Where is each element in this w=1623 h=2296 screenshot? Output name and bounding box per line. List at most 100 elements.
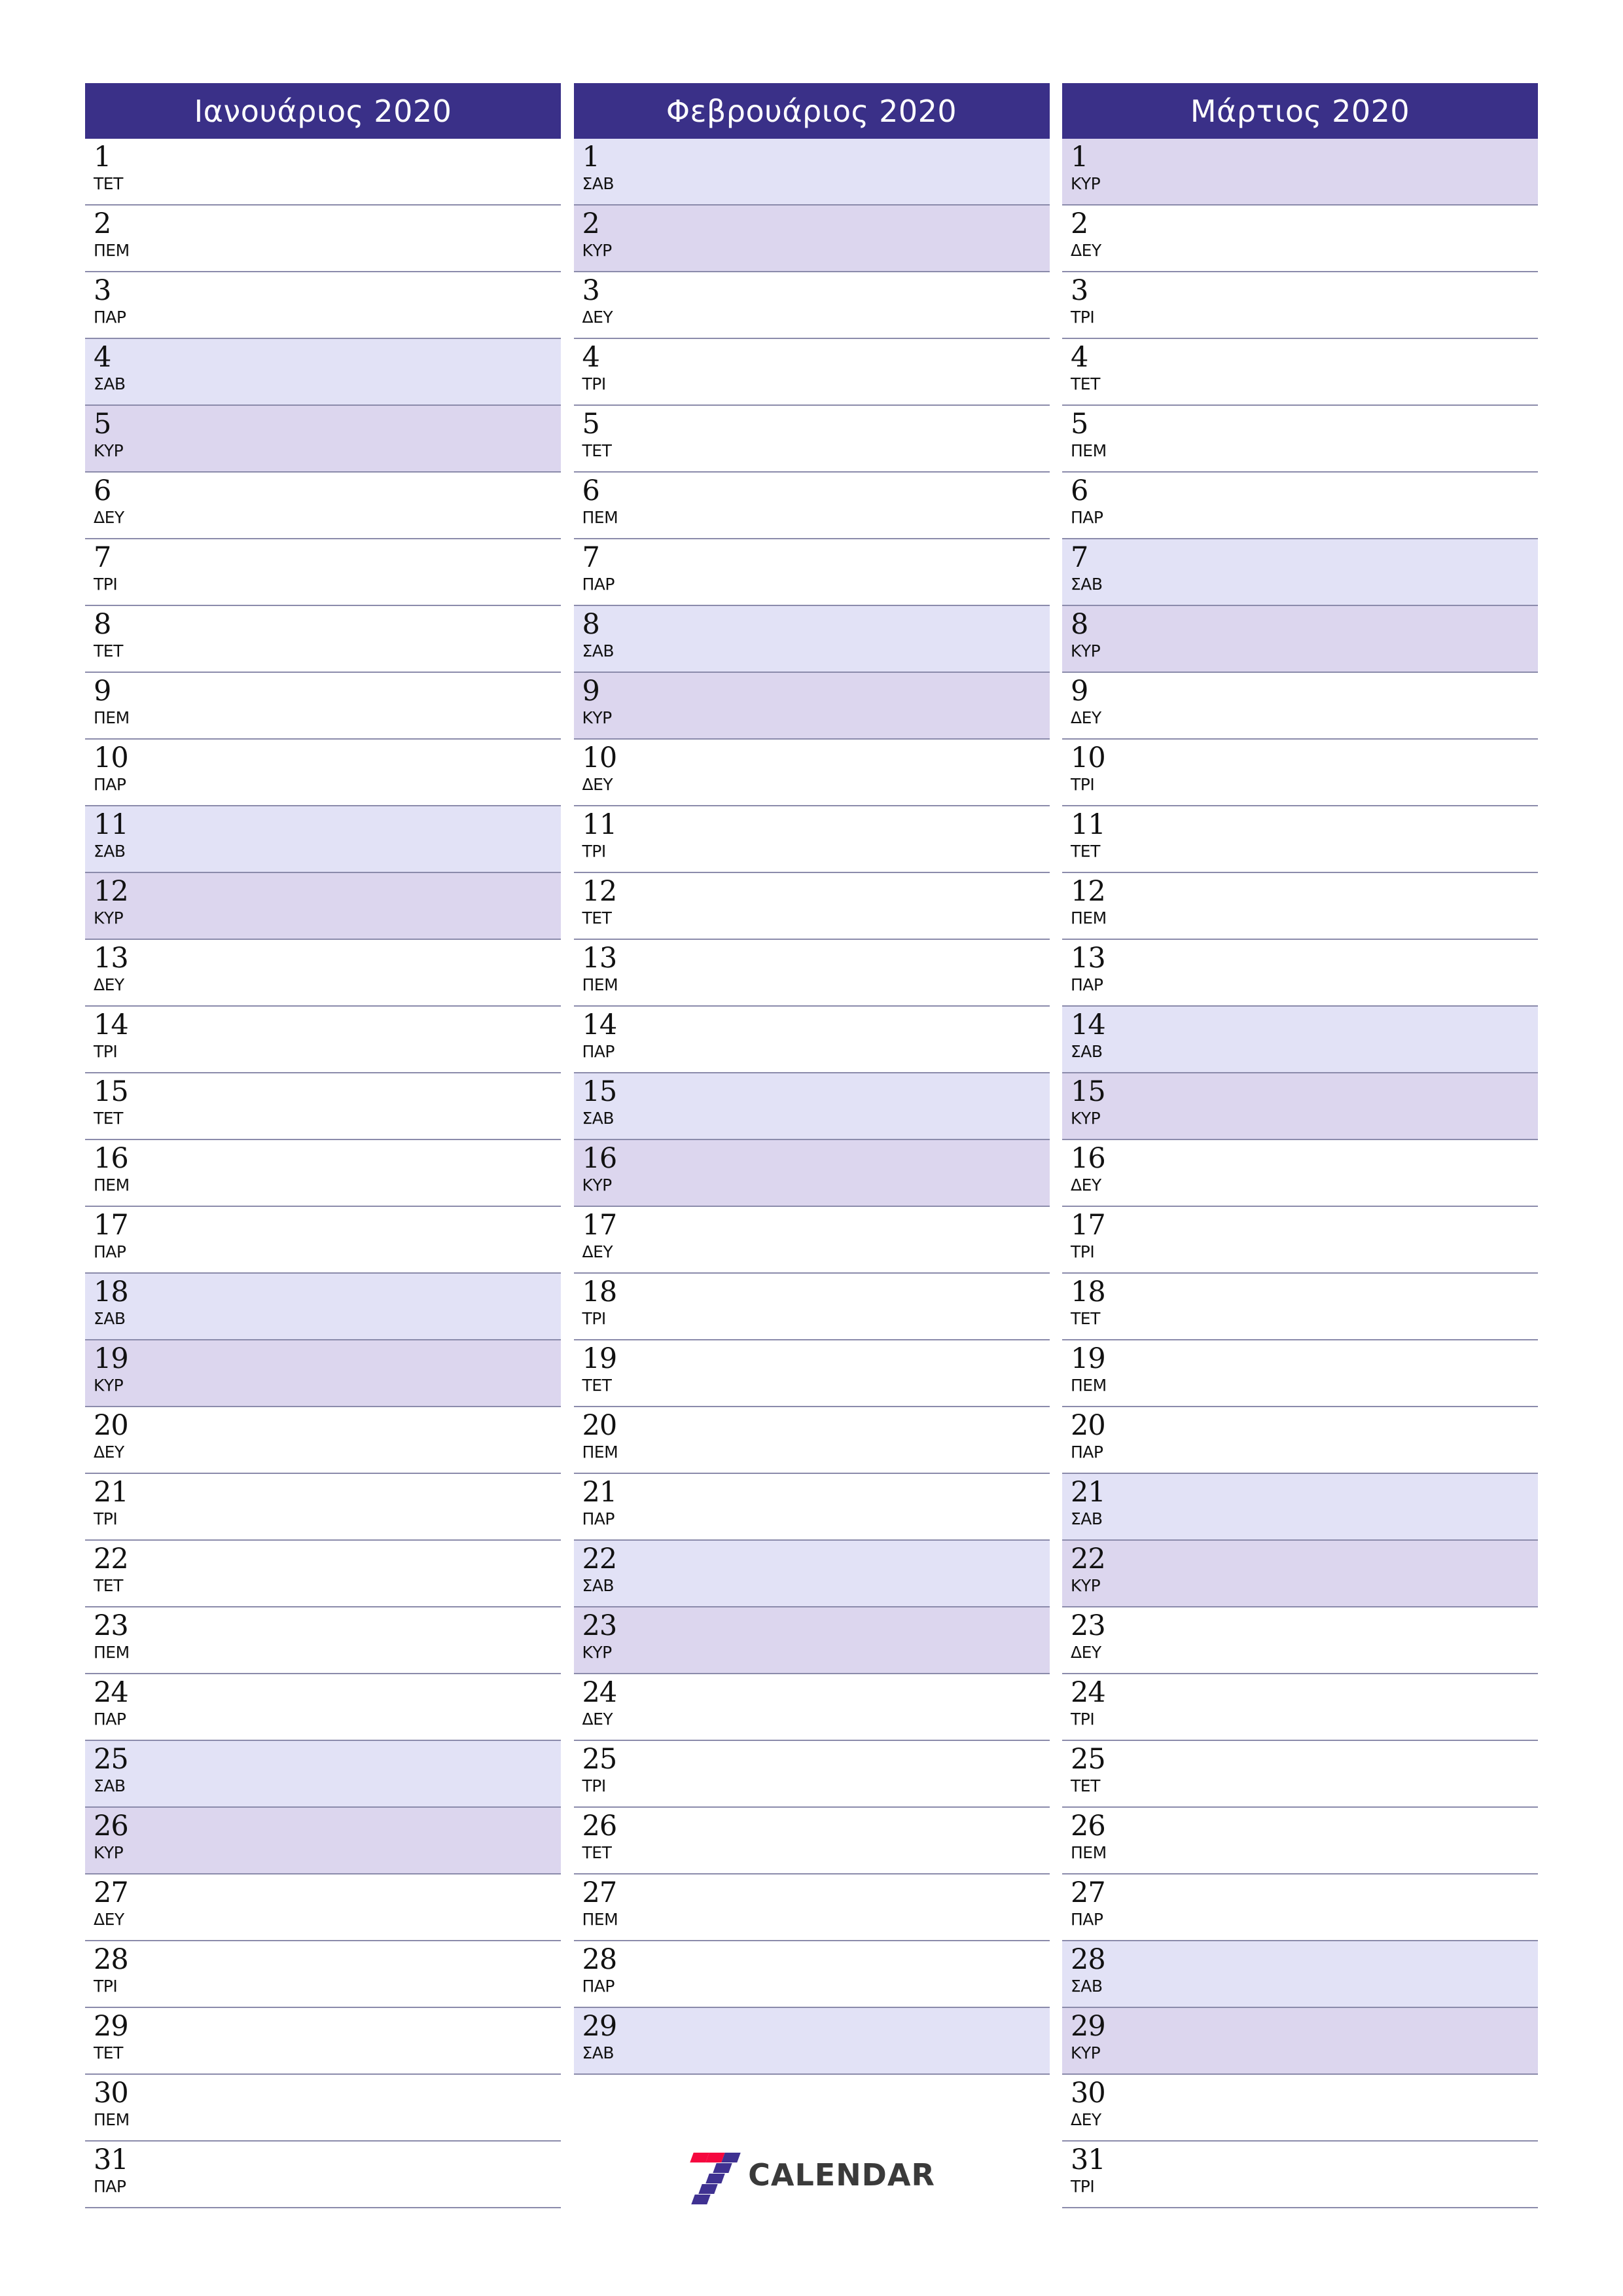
day-row[interactable]: 28 ΠΑΡ: [573, 1941, 1050, 2008]
day-row[interactable]: 29 ΣΑΒ: [573, 2008, 1050, 2075]
day-row[interactable]: 7 ΠΑΡ: [573, 539, 1050, 606]
day-row[interactable]: 1 ΣΑΒ: [573, 139, 1050, 206]
day-row[interactable]: 19 ΤΕΤ: [573, 1340, 1050, 1407]
day-row[interactable]: 7 ΣΑΒ: [1062, 539, 1538, 606]
day-row[interactable]: 28 ΤΡΙ: [85, 1941, 561, 2008]
day-row[interactable]: 25 ΤΡΙ: [573, 1741, 1050, 1808]
day-row[interactable]: 13 ΠΕΜ: [573, 940, 1050, 1007]
day-row[interactable]: 14 ΤΡΙ: [85, 1007, 561, 1073]
day-row[interactable]: 15 ΤΕΤ: [85, 1073, 561, 1140]
day-row[interactable]: 18 ΤΡΙ: [573, 1274, 1050, 1340]
day-row[interactable]: 8 ΚΥΡ: [1062, 606, 1538, 673]
day-row[interactable]: 26 ΤΕΤ: [573, 1808, 1050, 1874]
day-row[interactable]: 24 ΠΑΡ: [85, 1674, 561, 1741]
day-row[interactable]: 16 ΔΕΥ: [1062, 1140, 1538, 1207]
day-row[interactable]: 2 ΠΕΜ: [85, 206, 561, 272]
day-row[interactable]: 2 ΚΥΡ: [573, 206, 1050, 272]
day-row[interactable]: 22 ΚΥΡ: [1062, 1541, 1538, 1607]
day-row[interactable]: 29 ΚΥΡ: [1062, 2008, 1538, 2075]
day-row[interactable]: 14 ΠΑΡ: [573, 1007, 1050, 1073]
day-row[interactable]: 4 ΤΕΤ: [1062, 339, 1538, 406]
day-number: 30: [1071, 2077, 1106, 2109]
day-row[interactable]: 6 ΠΑΡ: [1062, 473, 1538, 539]
day-row[interactable]: 14 ΣΑΒ: [1062, 1007, 1538, 1073]
day-row[interactable]: 10 ΤΡΙ: [1062, 740, 1538, 806]
day-row[interactable]: 20 ΔΕΥ: [85, 1407, 561, 1474]
day-number: 28: [582, 1943, 618, 1976]
day-row[interactable]: 19 ΚΥΡ: [85, 1340, 561, 1407]
day-row[interactable]: 8 ΤΕΤ: [85, 606, 561, 673]
day-row[interactable]: 25 ΣΑΒ: [85, 1741, 561, 1808]
day-row[interactable]: 11 ΤΡΙ: [573, 806, 1050, 873]
day-row[interactable]: 22 ΤΕΤ: [85, 1541, 561, 1607]
month-header-january: Ιανουάριος 2020: [85, 83, 561, 139]
day-row[interactable]: 7 ΤΡΙ: [85, 539, 561, 606]
day-row[interactable]: 15 ΣΑΒ: [573, 1073, 1050, 1140]
day-row[interactable]: 17 ΔΕΥ: [573, 1207, 1050, 1274]
day-row[interactable]: 17 ΤΡΙ: [1062, 1207, 1538, 1274]
day-row[interactable]: 16 ΚΥΡ: [573, 1140, 1050, 1207]
day-row[interactable]: 10 ΠΑΡ: [85, 740, 561, 806]
day-row[interactable]: 31 ΤΡΙ: [1062, 2142, 1538, 2208]
day-row[interactable]: 10 ΔΕΥ: [573, 740, 1050, 806]
day-row[interactable]: 17 ΠΑΡ: [85, 1207, 561, 1274]
day-row[interactable]: 23 ΠΕΜ: [85, 1607, 561, 1674]
day-number: 9: [582, 675, 600, 708]
day-row[interactable]: 23 ΔΕΥ: [1062, 1607, 1538, 1674]
day-row[interactable]: 13 ΔΕΥ: [85, 940, 561, 1007]
day-number: 3: [1071, 274, 1088, 307]
day-row[interactable]: 1 ΚΥΡ: [1062, 139, 1538, 206]
day-row[interactable]: 26 ΚΥΡ: [85, 1808, 561, 1874]
day-row[interactable]: 5 ΤΕΤ: [573, 406, 1050, 473]
day-row[interactable]: 9 ΠΕΜ: [85, 673, 561, 740]
day-row[interactable]: 27 ΠΑΡ: [1062, 1874, 1538, 1941]
day-row[interactable]: 16 ΠΕΜ: [85, 1140, 561, 1207]
day-row[interactable]: 19 ΠΕΜ: [1062, 1340, 1538, 1407]
day-row[interactable]: 5 ΠΕΜ: [1062, 406, 1538, 473]
day-row[interactable]: 24 ΤΡΙ: [1062, 1674, 1538, 1741]
day-row[interactable]: 20 ΠΑΡ: [1062, 1407, 1538, 1474]
day-row[interactable]: 21 ΠΑΡ: [573, 1474, 1050, 1541]
day-row[interactable]: 2 ΔΕΥ: [1062, 206, 1538, 272]
day-row[interactable]: 6 ΔΕΥ: [85, 473, 561, 539]
day-weekday-abbr: ΤΕΤ: [1071, 842, 1100, 861]
day-row[interactable]: 3 ΠΑΡ: [85, 272, 561, 339]
day-row[interactable]: 24 ΔΕΥ: [573, 1674, 1050, 1741]
day-row[interactable]: 18 ΣΑΒ: [85, 1274, 561, 1340]
day-row[interactable]: 12 ΚΥΡ: [85, 873, 561, 940]
day-row[interactable]: 12 ΤΕΤ: [573, 873, 1050, 940]
day-row[interactable]: 9 ΚΥΡ: [573, 673, 1050, 740]
day-row[interactable]: 31 ΠΑΡ: [85, 2142, 561, 2208]
day-row[interactable]: 29 ΤΕΤ: [85, 2008, 561, 2075]
day-row[interactable]: 4 ΣΑΒ: [85, 339, 561, 406]
day-number: 14: [1071, 1009, 1106, 1041]
day-row[interactable]: 6 ΠΕΜ: [573, 473, 1050, 539]
day-row[interactable]: 21 ΤΡΙ: [85, 1474, 561, 1541]
day-row[interactable]: 25 ΤΕΤ: [1062, 1741, 1538, 1808]
day-row[interactable]: 4 ΤΡΙ: [573, 339, 1050, 406]
day-row[interactable]: 11 ΤΕΤ: [1062, 806, 1538, 873]
day-row[interactable]: 5 ΚΥΡ: [85, 406, 561, 473]
day-row[interactable]: 12 ΠΕΜ: [1062, 873, 1538, 940]
day-row[interactable]: 30 ΔΕΥ: [1062, 2075, 1538, 2142]
day-row[interactable]: 1 ΤΕΤ: [85, 139, 561, 206]
day-row[interactable]: 27 ΠΕΜ: [573, 1874, 1050, 1941]
day-row[interactable]: 21 ΣΑΒ: [1062, 1474, 1538, 1541]
day-row[interactable]: 22 ΣΑΒ: [573, 1541, 1050, 1607]
day-row[interactable]: 3 ΔΕΥ: [573, 272, 1050, 339]
day-row[interactable]: 20 ΠΕΜ: [573, 1407, 1050, 1474]
day-row[interactable]: 8 ΣΑΒ: [573, 606, 1050, 673]
day-weekday-abbr: ΤΕΤ: [94, 1109, 123, 1128]
day-row[interactable]: 15 ΚΥΡ: [1062, 1073, 1538, 1140]
day-row[interactable]: 27 ΔΕΥ: [85, 1874, 561, 1941]
day-row[interactable]: 3 ΤΡΙ: [1062, 272, 1538, 339]
day-row[interactable]: 9 ΔΕΥ: [1062, 673, 1538, 740]
day-row[interactable]: 30 ΠΕΜ: [85, 2075, 561, 2142]
day-row[interactable]: 28 ΣΑΒ: [1062, 1941, 1538, 2008]
day-row[interactable]: 13 ΠΑΡ: [1062, 940, 1538, 1007]
day-row[interactable]: 18 ΤΕΤ: [1062, 1274, 1538, 1340]
day-row[interactable]: 26 ΠΕΜ: [1062, 1808, 1538, 1874]
day-number: 23: [94, 1609, 129, 1642]
day-row[interactable]: 11 ΣΑΒ: [85, 806, 561, 873]
day-row[interactable]: 23 ΚΥΡ: [573, 1607, 1050, 1674]
